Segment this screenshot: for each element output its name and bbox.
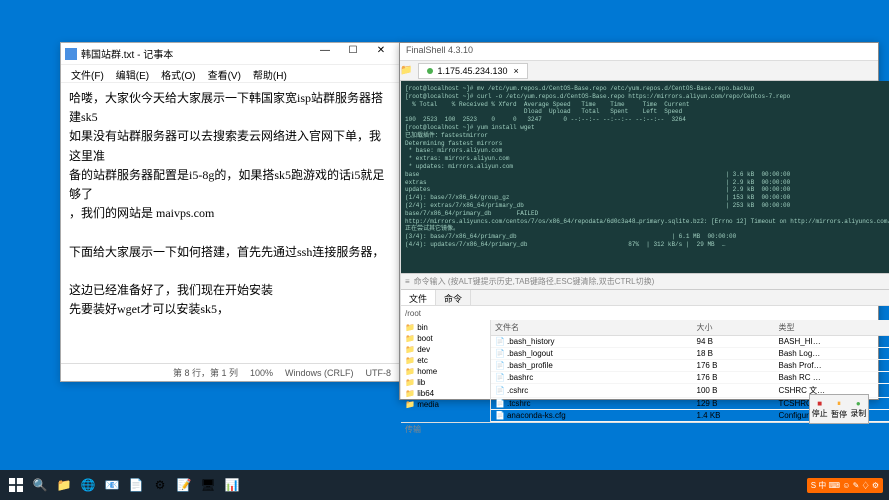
taskbar-icon[interactable]: 🖥 — [197, 473, 219, 497]
maximize-button[interactable]: ☐ — [339, 45, 367, 63]
table-row[interactable]: 📄.bash_logout18 BBash Log…2013/12/29 10:… — [491, 348, 889, 360]
tree-item[interactable]: 📁 boot — [403, 333, 488, 344]
pause-button[interactable]: ⏸暂停 — [831, 399, 847, 420]
tree-item[interactable]: 📁 lib64 — [403, 388, 488, 399]
taskbar-icon[interactable]: 📄 — [125, 473, 147, 497]
start-button[interactable] — [4, 473, 28, 497]
taskbar-icon[interactable]: ⚙ — [149, 473, 171, 497]
menu-format[interactable]: 格式(O) — [155, 65, 201, 82]
notepad-icon — [65, 48, 77, 60]
tree-item[interactable]: 📁 home — [403, 366, 488, 377]
status-lineending: Windows (CRLF) — [285, 368, 354, 378]
status-encoding: UTF-8 — [366, 368, 392, 378]
terminal-output[interactable]: [root@localhost ~]# mv /etc/yum.repos.d/… — [401, 81, 889, 273]
taskbar-icon[interactable]: 📝 — [173, 473, 195, 497]
tree-item[interactable]: 📁 media — [403, 399, 488, 410]
tab-close-icon[interactable]: × — [514, 66, 519, 76]
file-panel: 文件 命令 /root 历史 书签 📁 bin📁 boot📁 dev📁 etc📁… — [401, 289, 889, 399]
menu-view[interactable]: 查看(V) — [202, 65, 247, 82]
command-input-bar: ≡ 命令输入 (按ALT键提示历史,TAB键路径,ESC键清除,双击CTRL切换… — [401, 273, 889, 289]
col-header[interactable]: 大小 — [693, 320, 775, 336]
connection-tab[interactable]: 1.175.45.234.130 × — [418, 63, 527, 79]
taskbar-icon[interactable]: 📁 — [53, 473, 75, 497]
system-tray: S 中 ⌨ ☺ ✎ ♢ ⚙ — [805, 478, 885, 493]
ime-indicator[interactable]: S 中 ⌨ ☺ ✎ ♢ ⚙ — [807, 478, 883, 493]
tree-item[interactable]: 📁 lib — [403, 377, 488, 388]
taskbar: 🔍📁🌐📧📄⚙📝🖥📊 S 中 ⌨ ☺ ✎ ♢ ⚙ — [0, 470, 889, 500]
tab-commands[interactable]: 命令 — [436, 290, 471, 305]
finalshell-tabbar: 📁 1.175.45.234.130 × — [400, 61, 878, 81]
menu-file[interactable]: 文件(F) — [65, 65, 110, 82]
status-zoom: 100% — [250, 368, 273, 378]
finalshell-window: FinalShell 4.3.10 📁 1.175.45.234.130 × 状… — [399, 42, 879, 400]
tab-files[interactable]: 文件 — [401, 290, 436, 305]
taskbar-icon[interactable]: 📊 — [221, 473, 243, 497]
minimize-button[interactable]: — — [311, 45, 339, 63]
table-row[interactable]: 📄.bash_profile176 BBash Prof…2013/12/29 … — [491, 360, 889, 372]
cmd-hint[interactable]: 命令输入 (按ALT键提示历史,TAB键路径,ESC键清除,双击CTRL切换) — [414, 276, 655, 287]
close-button[interactable]: ✕ — [367, 45, 395, 63]
folder-icon[interactable]: 📁 — [400, 65, 412, 76]
tree-item[interactable]: 📁 dev — [403, 344, 488, 355]
menu-edit[interactable]: 编辑(E) — [110, 65, 155, 82]
record-button[interactable]: ●录制 — [850, 399, 866, 419]
notepad-textarea[interactable]: 哈喽，大家伙今天给大家展示一下韩国家宽isp站群服务器搭建sk5 如果没有站群服… — [61, 83, 399, 325]
notepad-statusbar: 第 8 行，第 1 列 100% Windows (CRLF) UTF-8 — [61, 363, 399, 381]
connection-ip: 1.175.45.234.130 — [437, 66, 507, 76]
notepad-window: 韩国站群.txt - 记事本 — ☐ ✕ 文件(F) 编辑(E) 格式(O) 查… — [60, 42, 400, 382]
stop-button[interactable]: ■停止 — [812, 399, 828, 419]
file-tree: 📁 bin📁 boot📁 dev📁 etc📁 home📁 lib📁 lib64📁… — [401, 320, 491, 422]
taskbar-icon[interactable]: 🌐 — [77, 473, 99, 497]
notepad-titlebar[interactable]: 韩国站群.txt - 记事本 — ☐ ✕ — [61, 43, 399, 65]
notepad-title: 韩国站群.txt - 记事本 — [81, 46, 311, 61]
recording-controls: ■停止 ⏸暂停 ●录制 — [809, 394, 869, 424]
taskbar-icon[interactable]: 🔍 — [29, 473, 51, 497]
finalshell-title[interactable]: FinalShell 4.3.10 — [400, 43, 878, 61]
taskbar-icon[interactable]: 📧 — [101, 473, 123, 497]
col-header[interactable]: 文件名 — [491, 320, 693, 336]
tree-item[interactable]: 📁 etc — [403, 355, 488, 366]
table-row[interactable]: 📄.bashrc176 BBash RC …2013/12/29 10:26-r… — [491, 372, 889, 384]
table-row[interactable]: 📄.bash_history94 BBASH_HI…2024/08/20 13:… — [491, 336, 889, 348]
connection-status-icon — [427, 68, 433, 74]
col-header[interactable]: 类型 — [775, 320, 889, 336]
notepad-menubar: 文件(F) 编辑(E) 格式(O) 查看(V) 帮助(H) — [61, 65, 399, 83]
transfer-label: 传输 — [401, 422, 889, 436]
status-position: 第 8 行，第 1 列 — [173, 366, 238, 379]
path-display[interactable]: /root — [405, 309, 421, 318]
tree-item[interactable]: 📁 bin — [403, 322, 488, 333]
menu-help[interactable]: 帮助(H) — [247, 65, 293, 82]
